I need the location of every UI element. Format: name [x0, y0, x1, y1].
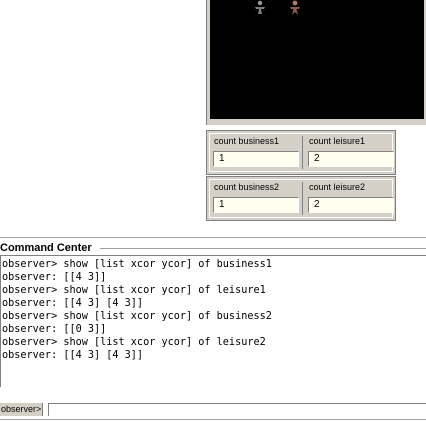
monitor-leisure2-label: count leisure2	[309, 182, 366, 192]
output-line: observer: [[4 3] [4 3]]	[2, 350, 144, 361]
world-view-frame	[206, 0, 426, 125]
monitor-business1-value: 1	[213, 151, 299, 167]
command-center-top-divider	[0, 237, 426, 238]
monitor-business2-label: count business2	[214, 182, 280, 192]
monitor-row-2-inner: count business2 1 count leisure2 2	[209, 179, 396, 218]
person-icon	[255, 0, 265, 14]
command-center-bottom-divider	[0, 419, 426, 420]
monitor-leisure1-label: count leisure1	[309, 136, 366, 146]
output-line: observer: [[4 3]]	[2, 272, 107, 283]
monitor-leisure2-value: 2	[308, 197, 394, 213]
monitor-divider	[302, 182, 303, 215]
output-line: observer> show [list xcor ycor] of leisu…	[2, 285, 266, 296]
monitor-business1: count business1 1	[210, 134, 301, 171]
person-icon	[290, 0, 300, 15]
monitor-business1-label: count business1	[214, 136, 280, 146]
monitor-business2-value: 1	[213, 197, 299, 213]
monitor-leisure1-value: 2	[308, 151, 394, 167]
command-input[interactable]	[48, 403, 426, 416]
monitor-business2: count business2 1	[210, 180, 301, 217]
monitor-row-1-inner: count business1 1 count leisure1 2	[209, 133, 396, 172]
world-view[interactable]	[210, 0, 424, 119]
command-center-title: Command Center	[0, 242, 92, 254]
command-input-row: observer>	[0, 403, 426, 417]
output-line: observer> show [list xcor ycor] of busin…	[2, 259, 272, 270]
monitor-row-2: count business2 1 count leisure2 2	[206, 176, 396, 221]
agent-type-selector[interactable]: observer>	[0, 403, 44, 416]
monitor-leisure2: count leisure2 2	[305, 180, 396, 217]
monitor-leisure1: count leisure1 2	[305, 134, 396, 171]
output-line: observer> show [list xcor ycor] of leisu…	[2, 337, 266, 348]
output-line: observer: [[4 3] [4 3]]	[2, 298, 144, 309]
command-center-output[interactable]: observer> show [list xcor ycor] of busin…	[0, 255, 426, 387]
command-center-title-rule	[100, 248, 426, 249]
output-line: observer> show [list xcor ycor] of busin…	[2, 311, 272, 322]
output-line: observer: [[0 3]]	[2, 324, 107, 335]
monitor-divider	[302, 136, 303, 169]
monitor-row-1: count business1 1 count leisure1 2	[206, 130, 396, 175]
